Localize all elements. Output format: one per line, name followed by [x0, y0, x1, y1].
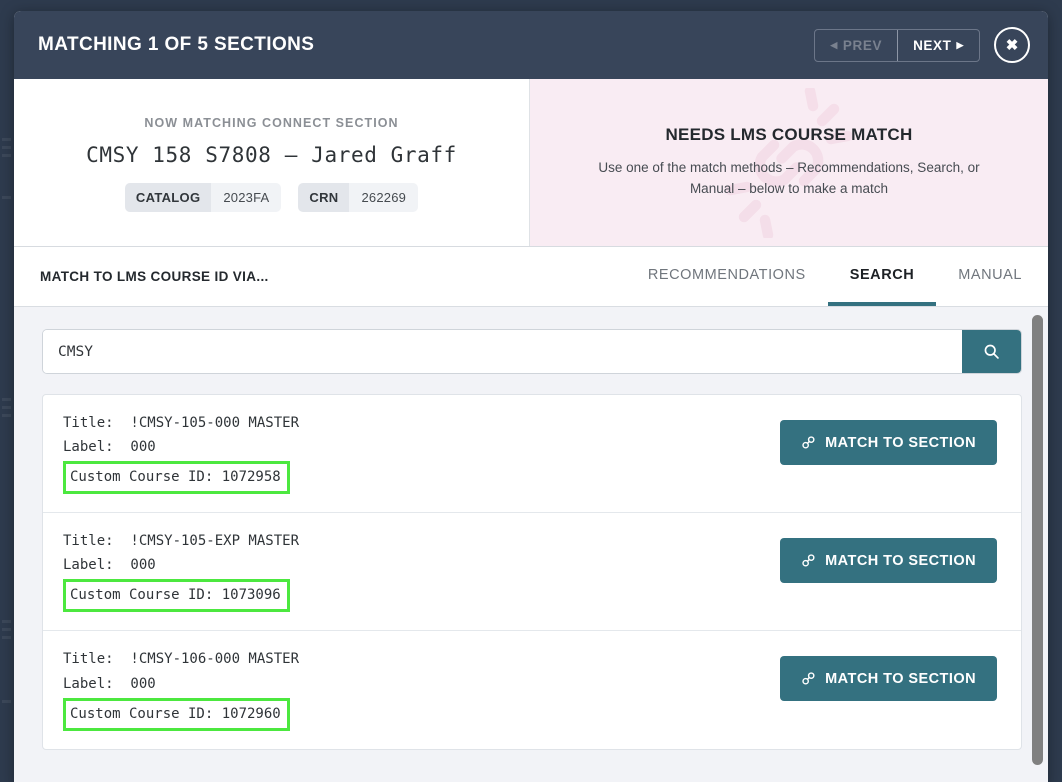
crn-badge-key: CRN [298, 182, 350, 212]
search-bar [42, 329, 1022, 374]
close-button[interactable]: ✖ [994, 27, 1030, 63]
match-button-label: MATCH TO SECTION [825, 434, 976, 451]
results-scrollbar[interactable] [1031, 307, 1044, 782]
result-label-line: Label: 000 [63, 557, 156, 574]
result-title-line: Title: !CMSY-105-EXP MASTER [63, 533, 300, 550]
catalog-badge-key: CATALOG [124, 182, 212, 212]
section-name: CMSY 158 S7808 – Jared Graff [86, 142, 457, 167]
results-scrollbar-thumb[interactable] [1032, 315, 1043, 765]
search-submit-button[interactable] [962, 330, 1021, 373]
info-strip: NOW MATCHING CONNECT SECTION CMSY 158 S7… [14, 79, 1048, 247]
result-label-line: Label: 000 [63, 675, 156, 692]
crn-badge: CRN 262269 [298, 182, 419, 212]
match-method-tabbar: MATCH TO LMS COURSE ID VIA... RECOMMENDA… [14, 247, 1048, 307]
results-list: Title: !CMSY-105-000 MASTER Label: 000 C… [42, 394, 1022, 750]
result-title-line: Title: !CMSY-105-000 MASTER [63, 415, 300, 431]
match-to-section-button[interactable]: MATCH TO SECTION [780, 420, 997, 465]
result-info: Title: !CMSY-105-000 MASTER Label: 000 C… [63, 411, 780, 495]
status-description: Use one of the match methods – Recommend… [598, 160, 980, 196]
chevron-right-icon: ▶ [956, 39, 964, 50]
link-icon [802, 436, 815, 449]
chevron-left-icon: ◀ [830, 39, 838, 50]
tabbar-label: MATCH TO LMS COURSE ID VIA... [40, 269, 269, 284]
next-button[interactable]: NEXT ▶ [897, 29, 979, 61]
next-button-label: NEXT [913, 37, 952, 53]
page-backdrop [0, 0, 14, 782]
search-results-region: Title: !CMSY-105-000 MASTER Label: 000 C… [14, 307, 1048, 782]
custom-course-id-highlight: Custom Course ID: 1073096 [63, 579, 290, 613]
table-row: Title: !CMSY-106-000 MASTER Label: 000 C… [43, 631, 1021, 748]
link-icon [802, 554, 815, 567]
now-matching-label: NOW MATCHING CONNECT SECTION [144, 115, 399, 130]
tab-recommendations[interactable]: RECOMMENDATIONS [626, 247, 828, 306]
prev-button-label: PREV [842, 37, 883, 53]
status-panel: NEEDS LMS COURSE MATCH Use one of the ma… [530, 79, 1048, 246]
result-info: Title: !CMSY-105-EXP MASTER Label: 000 C… [63, 529, 780, 613]
close-icon: ✖ [1005, 36, 1019, 54]
match-to-section-button[interactable]: MATCH TO SECTION [780, 538, 997, 584]
match-button-label: MATCH TO SECTION [825, 670, 976, 687]
table-row: Title: !CMSY-105-EXP MASTER Label: 000 C… [43, 513, 1021, 632]
modal-header: MATCHING 1 OF 5 SECTIONS ◀ PREV NEXT ▶ ✖ [14, 11, 1048, 79]
result-info: Title: !CMSY-106-000 MASTER Label: 000 C… [63, 647, 780, 731]
prev-next-group: ◀ PREV NEXT ▶ [814, 28, 980, 62]
result-label-line: Label: 000 [63, 439, 156, 456]
tab-search[interactable]: SEARCH [827, 247, 937, 306]
link-icon [802, 672, 815, 686]
result-title-line: Title: !CMSY-106-000 MASTER [63, 651, 300, 668]
match-button-label: MATCH TO SECTION [825, 552, 976, 569]
catalog-badge: CATALOG 2023FA [124, 182, 282, 212]
match-to-section-button[interactable]: MATCH TO SECTION [780, 656, 997, 702]
table-row: Title: !CMSY-105-000 MASTER Label: 000 C… [43, 395, 1021, 514]
custom-course-id-highlight: Custom Course ID: 1072958 [63, 461, 290, 495]
page-title: MATCHING 1 OF 5 SECTIONS [38, 34, 315, 55]
custom-course-id-highlight: Custom Course ID: 1072960 [63, 697, 290, 731]
status-title: NEEDS LMS COURSE MATCH [665, 125, 913, 145]
crn-badge-value: 262269 [349, 182, 419, 212]
catalog-badge-value: 2023FA [211, 182, 282, 212]
tabs: RECOMMENDATIONS SEARCH MANUAL [626, 247, 1048, 306]
tab-manual[interactable]: MANUAL [936, 247, 1048, 306]
search-input[interactable] [43, 330, 962, 373]
search-icon [984, 344, 999, 359]
header-actions: ◀ PREV NEXT ▶ ✖ [814, 27, 1030, 63]
current-section-panel: NOW MATCHING CONNECT SECTION CMSY 158 S7… [14, 79, 530, 246]
section-badges: CATALOG 2023FA CRN 262269 [124, 182, 419, 212]
matching-modal: MATCHING 1 OF 5 SECTIONS ◀ PREV NEXT ▶ ✖… [14, 11, 1048, 782]
prev-button[interactable]: ◀ PREV [815, 30, 897, 61]
